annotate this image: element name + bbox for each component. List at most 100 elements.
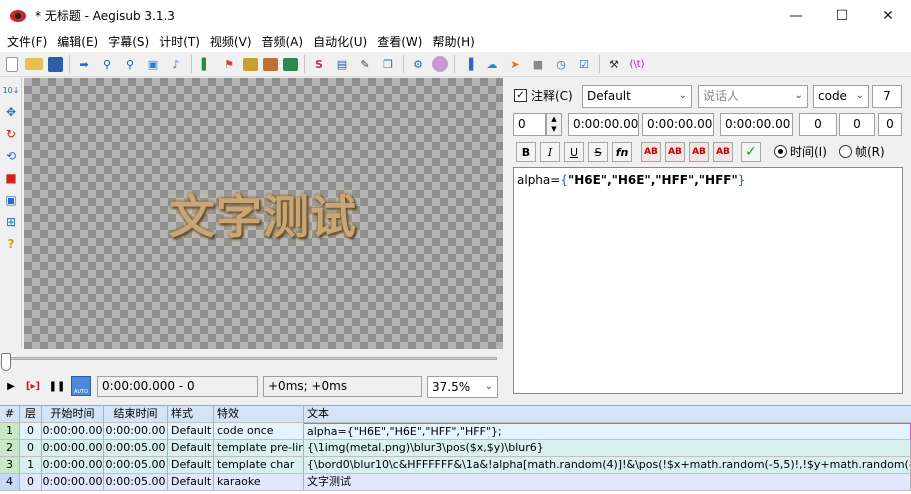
aegisub-logo-icon (9, 9, 27, 23)
actor-select[interactable]: 说话人 ⌄ (698, 85, 808, 108)
seek-track[interactable] (5, 357, 497, 360)
strikeout-button[interactable]: S (588, 142, 608, 162)
help-icon[interactable]: ? (3, 236, 19, 252)
italic-button[interactable]: I (540, 142, 560, 162)
menu-automation[interactable]: 自动化(U) (308, 32, 372, 52)
menu-video[interactable]: 视频(V) (205, 32, 257, 52)
maximize-button[interactable]: ☐ (819, 0, 865, 31)
vector-clip-tool-icon[interactable]: ⊞ (3, 214, 19, 230)
table-row[interactable]: 1 0 0:00:00.00 0:00:00.00 Default code o… (0, 423, 911, 440)
resample-icon[interactable]: ☑ (575, 55, 593, 73)
video-subtitle-text: 文字测试 (169, 190, 357, 244)
menu-edit[interactable]: 编辑(E) (52, 32, 103, 52)
translation-icon[interactable]: ▤ (333, 55, 351, 73)
play-icon[interactable]: ▶ (2, 376, 20, 396)
avatar-icon[interactable] (432, 56, 448, 72)
header-start[interactable]: 开始时间 (42, 406, 104, 423)
fast-forward-icon[interactable]: ➤ (506, 55, 524, 73)
timer-icon[interactable]: ◷ (552, 55, 570, 73)
menu-timing[interactable]: 计时(T) (154, 32, 205, 52)
bold-button[interactable]: B (516, 142, 536, 162)
header-number[interactable]: # (0, 406, 20, 423)
header-style[interactable]: 样式 (168, 406, 214, 423)
tag-icon[interactable]: (\t) (628, 55, 646, 73)
rotate-z-tool-icon[interactable]: ↻ (3, 126, 19, 142)
select-icon[interactable]: ■ (529, 55, 547, 73)
open-file-icon[interactable] (25, 58, 43, 70)
layer-field[interactable]: 0 (513, 113, 546, 136)
zoom-select[interactable]: 37.5% ⌄ (427, 376, 498, 398)
clip-tool-icon[interactable]: ▣ (3, 192, 19, 208)
shift-icon[interactable]: ☁ (483, 55, 501, 73)
scale-tool-icon[interactable]: ■ (3, 170, 19, 186)
menu-file[interactable]: 文件(F) (2, 32, 52, 52)
menu-subtitle[interactable]: 字幕(S) (103, 32, 154, 52)
commit-button[interactable]: ✓ (741, 142, 761, 162)
seek-slider-thumb[interactable] (1, 353, 11, 371)
rotate-xy-tool-icon[interactable]: ⟲ (3, 148, 19, 164)
minimize-button[interactable]: — (773, 0, 819, 31)
underline-button[interactable]: U (564, 142, 584, 162)
header-effect[interactable]: 特效 (214, 406, 304, 423)
outline-color-button[interactable]: AB (689, 142, 709, 162)
zoom-in-icon[interactable]: ⚲ (98, 55, 116, 73)
pause-icon[interactable]: ❚❚ (48, 376, 66, 396)
timing-icon[interactable] (283, 57, 298, 71)
margin-vertical-field[interactable]: 0 (878, 113, 902, 136)
end-time-field[interactable]: 0:00:00.00 (642, 113, 714, 136)
editor-text-prefix: alpha= (517, 173, 561, 187)
header-layer[interactable]: 层 (20, 406, 42, 423)
properties-icon[interactable]: ❐ (379, 55, 397, 73)
jump-to-icon[interactable]: ➡ (75, 55, 93, 73)
video-icon[interactable]: ▣ (144, 55, 162, 73)
video-details-icon[interactable] (263, 57, 278, 71)
start-time-field[interactable]: 0:00:00.00 (568, 113, 639, 136)
menu-view[interactable]: 查看(W) (372, 32, 427, 52)
primary-color-button[interactable]: AB (641, 142, 661, 162)
close-button[interactable]: ✕ (865, 0, 911, 31)
video-tools-bar: 10↓ ✥ ↻ ⟲ ■ ▣ ⊞ ? (0, 78, 22, 348)
auto-scroll-button[interactable]: AUTO (71, 376, 91, 396)
margin-left-field[interactable]: 0 (799, 113, 837, 136)
table-row[interactable]: 2 0 0:00:00.00 0:00:05.00 Default templa… (0, 440, 911, 457)
spell-check-icon[interactable]: ✎ (356, 55, 374, 73)
editor-brace-close: } (737, 173, 746, 187)
move-tool-icon[interactable]: ✥ (3, 104, 19, 120)
style-select[interactable]: Default ⌄ (582, 85, 692, 108)
row-end: 0:00:05.00 (104, 474, 168, 491)
line-count-field[interactable]: 7 (872, 85, 902, 108)
subtitle-text-editor[interactable]: alpha={"H6E","H6E","HFF","HFF"} (513, 167, 903, 394)
shadow-color-button[interactable]: AB (713, 142, 733, 162)
font-button[interactable]: fn (612, 142, 632, 162)
attachments-icon[interactable]: ⚑ (220, 55, 238, 73)
automation-icon[interactable]: ⚙ (409, 55, 427, 73)
new-file-icon[interactable] (6, 56, 18, 72)
table-row[interactable]: 4 0 0:00:00.00 0:00:05.00 Default karaok… (0, 474, 911, 491)
snap-icon[interactable]: ▐ (460, 55, 478, 73)
standard-tool-icon[interactable]: 10↓ (3, 82, 20, 98)
header-end[interactable]: 结束时间 (104, 406, 168, 423)
margin-right-field[interactable]: 0 (839, 113, 875, 136)
save-icon[interactable] (48, 56, 63, 72)
comment-checkbox[interactable]: ✓ (514, 89, 527, 102)
chevron-down-icon: ⌄ (855, 90, 864, 101)
effect-select[interactable]: code ⌄ (813, 85, 869, 108)
header-text[interactable]: 文本 (304, 406, 911, 423)
script-icon[interactable]: S (310, 55, 328, 73)
play-line-icon[interactable]: [▸] (24, 376, 42, 396)
keyframes-icon[interactable] (243, 57, 258, 71)
time-radio[interactable] (774, 145, 787, 158)
audio-icon[interactable]: ♪ (167, 55, 185, 73)
style-manager-icon[interactable]: ▌ (197, 55, 215, 73)
options-icon[interactable]: ⚒ (605, 55, 623, 73)
video-time-field[interactable]: 0:00:00.000 - 0 (97, 376, 258, 397)
table-row[interactable]: 3 1 0:00:00.00 0:00:05.00 Default templa… (0, 457, 911, 474)
video-preview[interactable]: 文字测试 (24, 78, 503, 349)
duration-field[interactable]: 0:00:00.00 (720, 113, 793, 136)
menu-help[interactable]: 帮助(H) (427, 32, 479, 52)
zoom-out-icon[interactable]: ⚲ (121, 55, 139, 73)
frame-radio[interactable] (839, 145, 852, 158)
secondary-color-button[interactable]: AB (665, 142, 685, 162)
menu-audio[interactable]: 音频(A) (257, 32, 309, 52)
layer-spinner[interactable]: ▲ ▼ (546, 113, 562, 136)
